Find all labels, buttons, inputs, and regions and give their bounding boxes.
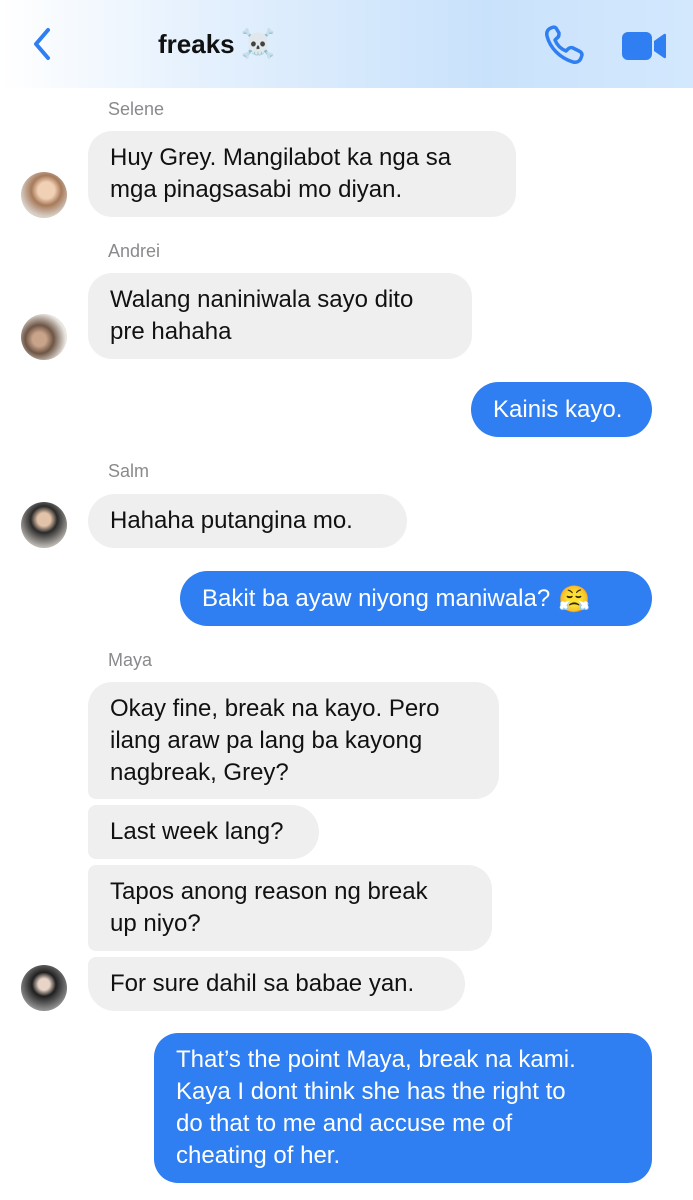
avatar-salm[interactable] — [21, 502, 67, 548]
chevron-left-icon — [34, 28, 50, 60]
incoming-message[interactable]: Walang naniniwala sayo dito pre hahaha — [88, 273, 472, 359]
back-button[interactable] — [28, 24, 58, 64]
incoming-message[interactable]: For sure dahil sa babae yan. — [88, 957, 465, 1011]
avatar-selene[interactable] — [21, 172, 67, 218]
outgoing-message[interactable]: Kainis kayo. — [471, 382, 652, 437]
incoming-message[interactable]: Okay fine, break na kayo. Pero ilang ara… — [88, 682, 499, 799]
incoming-message[interactable]: Hahaha putangina mo. — [88, 494, 407, 548]
message-text: Bakit ba ayaw niyong maniwala? — [202, 584, 551, 612]
sender-name: Andrei — [108, 241, 161, 261]
phone-icon — [545, 25, 584, 64]
sender-name: Salm — [108, 461, 150, 481]
chat-header: freaks ☠️ — [0, 0, 693, 88]
outgoing-message[interactable]: Bakit ba ayaw niyong maniwala? 😤 — [180, 571, 652, 626]
video-camera-icon — [622, 32, 666, 60]
outgoing-message[interactable]: That’s the point Maya, break na kami. Ka… — [154, 1033, 652, 1183]
incoming-message[interactable]: Huy Grey. Mangilabot ka nga sa mga pinag… — [88, 131, 516, 217]
chat-title-text: freaks — [158, 28, 235, 59]
sender-name: Selene — [108, 99, 165, 119]
incoming-message[interactable]: Tapos anong reason ng break up niyo? — [88, 865, 492, 951]
avatar-maya[interactable] — [21, 965, 67, 1011]
steam-face-emoji: 😤 — [558, 583, 591, 614]
skull-emoji: ☠️ — [240, 28, 276, 59]
sender-name: Maya — [108, 650, 153, 670]
chat-title[interactable]: freaks ☠️ — [158, 26, 276, 62]
incoming-message[interactable]: Last week lang? — [88, 805, 319, 859]
video-call-button[interactable] — [620, 28, 668, 64]
avatar-andrei[interactable] — [21, 314, 67, 360]
call-button[interactable] — [542, 24, 586, 66]
